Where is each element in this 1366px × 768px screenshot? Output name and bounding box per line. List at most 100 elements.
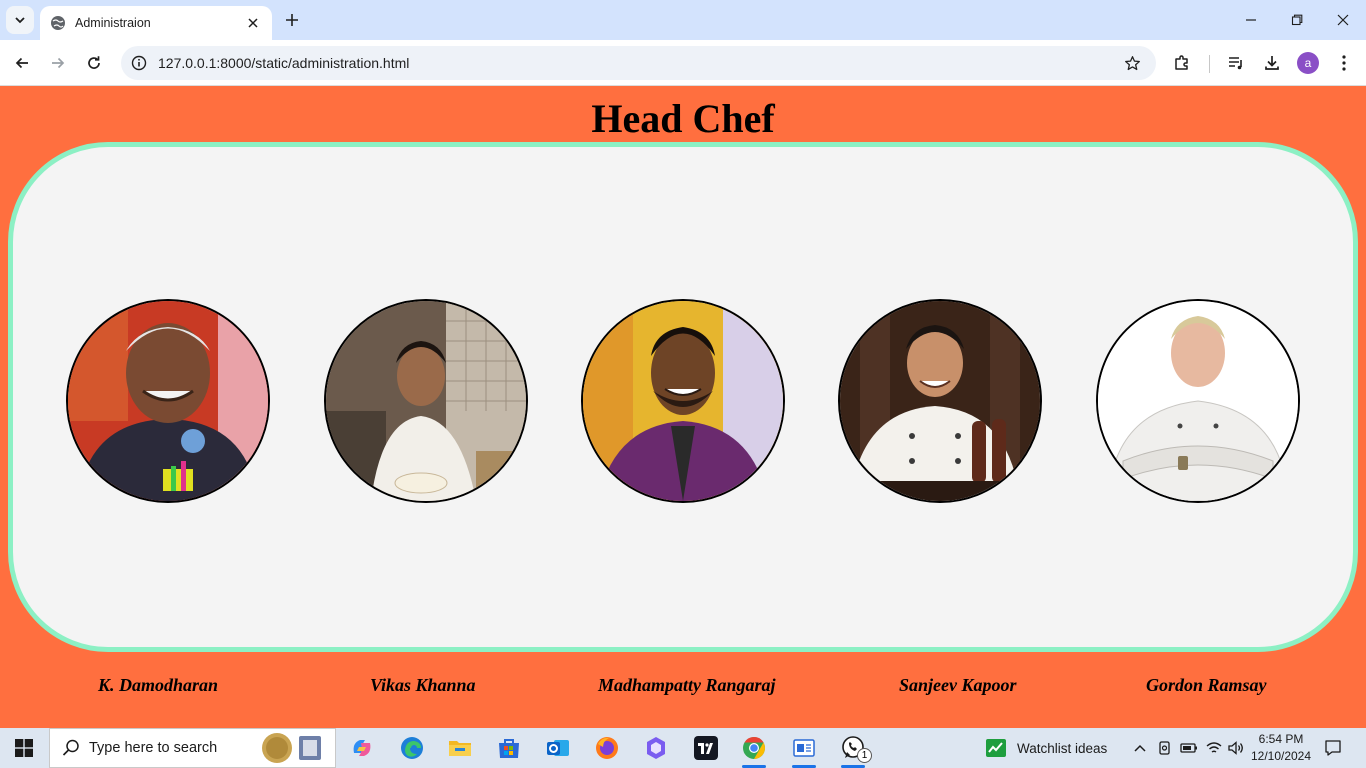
- reload-button[interactable]: [80, 49, 108, 77]
- download-icon: [1265, 56, 1279, 70]
- tab-search-button[interactable]: [6, 6, 34, 34]
- info-icon: [131, 55, 147, 71]
- chef-name: K. Damodharan: [98, 675, 219, 695]
- window-app-icon: [793, 739, 815, 757]
- start-button[interactable]: [0, 728, 48, 768]
- restore-button[interactable]: [1274, 0, 1320, 40]
- notification-badge: 1: [857, 748, 872, 763]
- chef-photo: [1096, 299, 1300, 503]
- tab-close-button[interactable]: [244, 14, 262, 32]
- windows-taskbar: Type here to search 1 Watchlist ideas 6:…: [0, 728, 1366, 768]
- wifi-icon: [1206, 742, 1222, 753]
- chef-card: Sanjeev Kapoor: [838, 299, 1042, 695]
- chef-photo: [581, 299, 785, 503]
- device-icon: [1159, 741, 1170, 755]
- media-control-button[interactable]: [1222, 49, 1250, 77]
- chef-card: K. Damodharan: [66, 299, 270, 695]
- arrow-right-icon: [52, 57, 65, 69]
- chef-photo: [324, 299, 528, 503]
- playlist-icon: [1229, 57, 1242, 70]
- chef-card: Gordon Ramsay: [1096, 299, 1300, 695]
- arrow-left-icon: [15, 57, 28, 69]
- url-text[interactable]: 127.0.0.1:8000/static/administration.htm…: [158, 55, 1118, 71]
- hexagon-app-icon: [647, 737, 665, 759]
- taskbar-search[interactable]: Type here to search: [49, 728, 336, 768]
- minimize-icon: [1246, 19, 1256, 21]
- widget-watchlist[interactable]: Watchlist ideas: [985, 728, 1107, 768]
- taskbar-tradingview[interactable]: [690, 732, 722, 764]
- chef-photo: [838, 299, 1042, 503]
- tray-battery[interactable]: [1179, 738, 1199, 758]
- plus-icon: [286, 14, 298, 26]
- chef-card: Madhampatty Rangaraj: [581, 299, 785, 695]
- taskbar-firefox[interactable]: [591, 732, 623, 764]
- clock-time: 6:54 PM: [1258, 732, 1304, 746]
- search-placeholder: Type here to search: [89, 740, 218, 756]
- tray-meet-now[interactable]: [1155, 738, 1175, 758]
- page-body: Head Chef K. Damodharan Vikas Khanna Mad…: [0, 87, 1366, 728]
- outlook-icon: [547, 740, 569, 756]
- clock-date: 12/10/2024: [1250, 749, 1312, 763]
- extensions-button[interactable]: [1168, 49, 1196, 77]
- chef-panel: K. Damodharan Vikas Khanna Madhampatty R…: [8, 142, 1358, 695]
- taskbar-store[interactable]: [493, 732, 525, 764]
- chef-card: Vikas Khanna: [324, 299, 528, 695]
- tray-network[interactable]: [1204, 738, 1224, 758]
- taskbar-app-window[interactable]: [788, 732, 820, 768]
- taskbar-outlook[interactable]: [542, 732, 574, 764]
- site-info-button[interactable]: [126, 50, 152, 76]
- star-icon: [1124, 55, 1140, 70]
- back-button[interactable]: [8, 49, 36, 77]
- stock-chart-icon: [986, 739, 1006, 757]
- restore-icon: [1291, 14, 1303, 26]
- close-icon: [1337, 14, 1349, 26]
- chef-name: Sanjeev Kapoor: [899, 675, 1017, 695]
- chef-name: Gordon Ramsay: [1146, 675, 1267, 695]
- windows-logo-icon: [15, 739, 33, 757]
- chef-name: Madhampatty Rangaraj: [598, 675, 776, 695]
- browser-toolbar: 127.0.0.1:8000/static/administration.htm…: [0, 40, 1366, 86]
- page-title: Head Chef: [591, 96, 775, 141]
- address-bar[interactable]: 127.0.0.1:8000/static/administration.htm…: [121, 46, 1156, 80]
- close-window-button[interactable]: [1320, 0, 1366, 40]
- taskbar-clock[interactable]: 6:54 PM 12/10/2024: [1247, 731, 1315, 765]
- speaker-icon: [1228, 741, 1243, 755]
- forward-button[interactable]: [44, 49, 72, 77]
- taskbar-copilot[interactable]: [346, 732, 378, 764]
- edge-icon: [401, 737, 423, 759]
- taskbar-edge[interactable]: [396, 732, 428, 764]
- tradingview-icon: [694, 736, 718, 760]
- close-icon: [248, 18, 258, 28]
- search-icon: [62, 739, 79, 756]
- store-icon: [499, 739, 519, 758]
- reload-icon: [88, 56, 100, 69]
- search-highlight-image: [262, 733, 321, 763]
- chevron-down-icon: [15, 17, 25, 24]
- widget-label: Watchlist ideas: [1017, 740, 1108, 756]
- minimize-button[interactable]: [1228, 0, 1274, 40]
- taskbar-app-hexagon[interactable]: [640, 732, 672, 764]
- tab-strip: Administraion: [0, 0, 1366, 40]
- browser-tab-active[interactable]: Administraion: [40, 6, 272, 40]
- taskbar-chrome[interactable]: [738, 732, 770, 768]
- folder-icon: [449, 741, 471, 756]
- toolbar-divider: [1209, 55, 1210, 73]
- browser-menu-button[interactable]: [1330, 49, 1358, 77]
- more-vertical-icon: [1342, 55, 1346, 71]
- firefox-icon: [596, 737, 618, 759]
- tray-volume[interactable]: [1226, 738, 1246, 758]
- show-hidden-icons-button[interactable]: [1130, 738, 1150, 758]
- chef-name: Vikas Khanna: [370, 675, 476, 695]
- bookmark-button[interactable]: [1118, 49, 1146, 77]
- profile-avatar[interactable]: a: [1297, 52, 1319, 74]
- notification-center-button[interactable]: [1323, 738, 1343, 758]
- downloads-button[interactable]: [1258, 49, 1286, 77]
- chevron-up-icon: [1134, 744, 1146, 752]
- notification-icon: [1325, 740, 1341, 756]
- globe-icon: [51, 16, 65, 30]
- taskbar-file-explorer[interactable]: [444, 732, 476, 764]
- tab-title: Administraion: [75, 16, 151, 30]
- battery-icon: [1180, 743, 1197, 753]
- puzzle-icon: [1175, 55, 1188, 70]
- new-tab-button[interactable]: [281, 9, 303, 31]
